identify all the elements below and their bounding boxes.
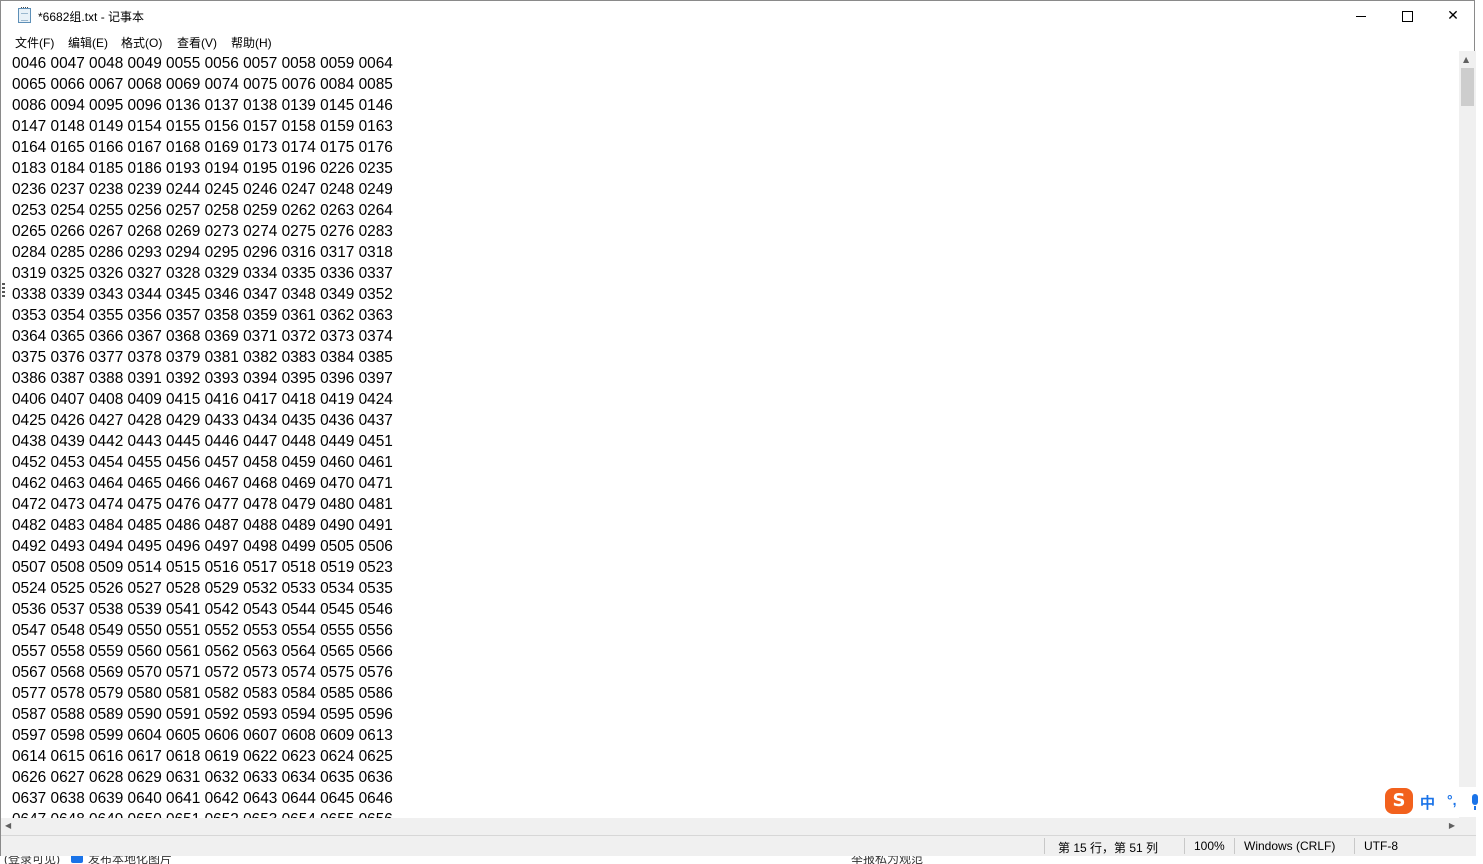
- editor-content[interactable]: 0046 0047 0048 0049 0055 0056 0057 0058 …: [12, 53, 393, 818]
- menu-bar: 文件(F) 编辑(E) 格式(O) 查看(V) 帮助(H): [1, 31, 1474, 51]
- text-line[interactable]: 0164 0165 0166 0167 0168 0169 0173 0174 …: [12, 137, 393, 158]
- menu-edit[interactable]: 编辑(E): [68, 34, 108, 51]
- text-line[interactable]: 0524 0525 0526 0527 0528 0529 0532 0533 …: [12, 578, 393, 599]
- ime-mode-toggle[interactable]: 中: [1420, 792, 1435, 813]
- title-bar[interactable]: *6682组.txt - 记事本 ✕: [1, 1, 1474, 31]
- text-line[interactable]: 0452 0453 0454 0455 0456 0457 0458 0459 …: [12, 452, 393, 473]
- encoding: UTF-8: [1364, 839, 1398, 853]
- minimize-icon: [1356, 15, 1366, 17]
- text-line[interactable]: 0547 0548 0549 0550 0551 0552 0553 0554 …: [12, 620, 393, 641]
- text-line[interactable]: 0183 0184 0185 0186 0193 0194 0195 0196 …: [12, 158, 393, 179]
- microphone-icon[interactable]: [1472, 794, 1478, 810]
- text-line[interactable]: 0065 0066 0067 0068 0069 0074 0075 0076 …: [12, 74, 393, 95]
- text-line[interactable]: 0492 0493 0494 0495 0496 0497 0498 0499 …: [12, 536, 393, 557]
- ime-punctuation-toggle[interactable]: °,: [1447, 792, 1457, 808]
- ime-toolbar[interactable]: S 中 °,: [1383, 787, 1483, 817]
- background-text-right: 举报私为观范: [851, 856, 924, 864]
- text-line[interactable]: 0438 0439 0442 0443 0445 0446 0447 0448 …: [12, 431, 393, 452]
- horizontal-scrollbar[interactable]: ◀ ▶: [1, 818, 1459, 835]
- text-editor[interactable]: 0046 0047 0048 0049 0055 0056 0057 0058 …: [1, 51, 1459, 818]
- text-line[interactable]: 0284 0285 0286 0293 0294 0295 0296 0316 …: [12, 242, 393, 263]
- text-line[interactable]: 0253 0254 0255 0256 0257 0258 0259 0262 …: [12, 200, 393, 221]
- text-line[interactable]: 0614 0615 0616 0617 0618 0619 0622 0623 …: [12, 746, 393, 767]
- text-line[interactable]: 0577 0578 0579 0580 0581 0582 0583 0584 …: [12, 683, 393, 704]
- text-line[interactable]: 0472 0473 0474 0475 0476 0477 0478 0479 …: [12, 494, 393, 515]
- background-page: (登录可见) 发布本地化图片 举报私为观范: [0, 856, 1483, 864]
- status-bar: 第 15 行，第 51 列 100% Windows (CRLF) UTF-8: [1, 835, 1476, 857]
- text-line[interactable]: 0536 0537 0538 0539 0541 0542 0543 0544 …: [12, 599, 393, 620]
- background-checkbox-label: 发布本地化图片: [88, 856, 173, 864]
- text-line[interactable]: 0236 0237 0238 0239 0244 0245 0246 0247 …: [12, 179, 393, 200]
- text-line[interactable]: 0637 0638 0639 0640 0641 0642 0643 0644 …: [12, 788, 393, 809]
- text-line[interactable]: 0086 0094 0095 0096 0136 0137 0138 0139 …: [12, 95, 393, 116]
- text-line[interactable]: 0338 0339 0343 0344 0345 0346 0347 0348 …: [12, 284, 393, 305]
- text-line[interactable]: 0147 0148 0149 0154 0155 0156 0157 0158 …: [12, 116, 393, 137]
- notepad-icon[interactable]: [18, 7, 31, 23]
- notepad-window: *6682组.txt - 记事本 ✕ 文件(F) 编辑(E) 格式(O) 查看(…: [0, 0, 1476, 857]
- minimize-button[interactable]: [1338, 1, 1384, 31]
- text-line[interactable]: 0557 0558 0559 0560 0561 0562 0563 0564 …: [12, 641, 393, 662]
- cursor-position: 第 15 行，第 51 列: [1058, 841, 1159, 855]
- zoom-level: 100%: [1194, 839, 1225, 853]
- text-line[interactable]: 0046 0047 0048 0049 0055 0056 0057 0058 …: [12, 53, 393, 74]
- status-divider: [1234, 838, 1235, 854]
- text-line[interactable]: 0319 0325 0326 0327 0328 0329 0334 0335 …: [12, 263, 393, 284]
- background-checkbox[interactable]: [71, 856, 83, 863]
- vertical-scrollbar[interactable]: ▲ ▼: [1459, 51, 1476, 818]
- text-line[interactable]: 0597 0598 0599 0604 0605 0606 0607 0608 …: [12, 725, 393, 746]
- vertical-scroll-thumb[interactable]: [1461, 68, 1474, 106]
- text-line[interactable]: 0353 0354 0355 0356 0357 0358 0359 0361 …: [12, 305, 393, 326]
- scroll-up-icon[interactable]: ▲: [1463, 55, 1469, 64]
- line-ending: Windows (CRLF): [1244, 839, 1336, 853]
- sogou-logo-icon[interactable]: S: [1385, 788, 1413, 814]
- status-divider: [1044, 838, 1045, 854]
- text-line[interactable]: 0462 0463 0464 0465 0466 0467 0468 0469 …: [12, 473, 393, 494]
- text-line[interactable]: 0265 0266 0267 0268 0269 0273 0274 0275 …: [12, 221, 393, 242]
- text-line[interactable]: 0587 0588 0589 0590 0591 0592 0593 0594 …: [12, 704, 393, 725]
- menu-file[interactable]: 文件(F): [15, 34, 54, 51]
- text-line[interactable]: 0647 0648 0649 0650 0651 0652 0653 0654 …: [12, 809, 393, 818]
- text-line[interactable]: 0425 0426 0427 0428 0429 0433 0434 0435 …: [12, 410, 393, 431]
- maximize-button[interactable]: [1384, 1, 1430, 31]
- status-divider: [1184, 838, 1185, 854]
- close-icon: ✕: [1447, 8, 1459, 24]
- close-button[interactable]: ✕: [1430, 1, 1476, 31]
- scroll-left-icon[interactable]: ◀: [5, 821, 11, 830]
- maximize-icon: [1401, 10, 1413, 22]
- window-title: *6682组.txt - 记事本: [38, 10, 145, 24]
- text-line[interactable]: 0507 0508 0509 0514 0515 0516 0517 0518 …: [12, 557, 393, 578]
- text-line[interactable]: 0567 0568 0569 0570 0571 0572 0573 0574 …: [12, 662, 393, 683]
- text-line[interactable]: 0364 0365 0366 0367 0368 0369 0371 0372 …: [12, 326, 393, 347]
- background-window-edge: [2, 283, 5, 297]
- text-line[interactable]: 0386 0387 0388 0391 0392 0393 0394 0395 …: [12, 368, 393, 389]
- scroll-right-icon[interactable]: ▶: [1449, 821, 1455, 830]
- text-line[interactable]: 0482 0483 0484 0485 0486 0487 0488 0489 …: [12, 515, 393, 536]
- background-text: (登录可见): [4, 856, 60, 864]
- menu-view[interactable]: 查看(V): [177, 34, 217, 51]
- text-line[interactable]: 0626 0627 0628 0629 0631 0632 0633 0634 …: [12, 767, 393, 788]
- scrollbar-corner: [1459, 818, 1476, 835]
- menu-format[interactable]: 格式(O): [121, 34, 162, 51]
- text-line[interactable]: 0375 0376 0377 0378 0379 0381 0382 0383 …: [12, 347, 393, 368]
- status-divider: [1354, 838, 1355, 854]
- menu-help[interactable]: 帮助(H): [231, 34, 272, 51]
- text-line[interactable]: 0406 0407 0408 0409 0415 0416 0417 0418 …: [12, 389, 393, 410]
